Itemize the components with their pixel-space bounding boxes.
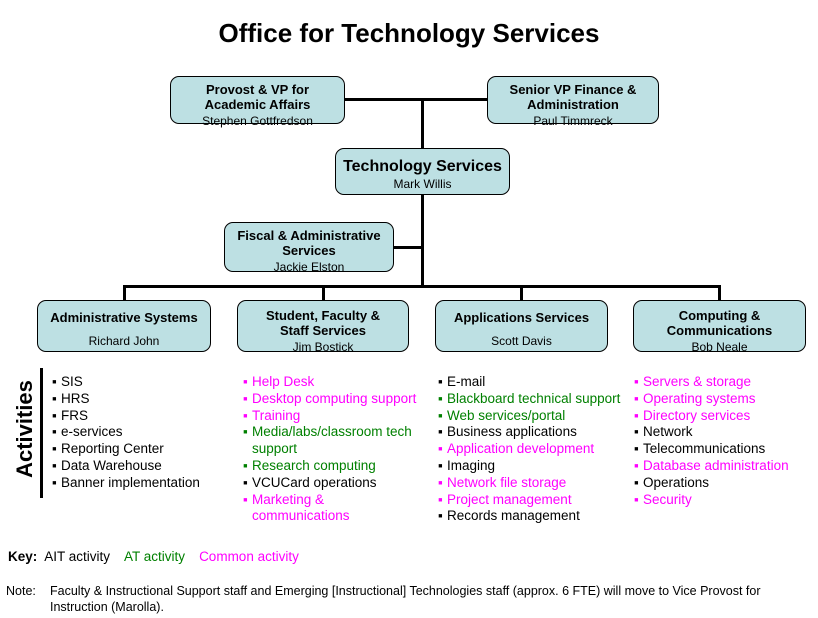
footnote-label: Note: bbox=[6, 584, 36, 598]
activity-column-student-faculty-staff-services: Help DeskDesktop computing supportTraini… bbox=[243, 374, 423, 525]
connector-division-distribution-bar bbox=[123, 285, 721, 288]
org-box-technology-services[interactable]: Technology Services Mark Willis bbox=[335, 148, 510, 195]
connector-top-horizontal bbox=[342, 98, 490, 101]
org-box-title: Senior VP Finance & Administration bbox=[509, 82, 637, 113]
activity-item: Application development bbox=[438, 441, 623, 458]
connector-drop-student-faculty-staff-services bbox=[322, 285, 325, 300]
activity-item: Web services/portal bbox=[438, 408, 623, 425]
org-box-title: Technology Services bbox=[343, 158, 502, 175]
org-box-person: Jim Bostick bbox=[292, 339, 354, 354]
activity-item: Security bbox=[634, 492, 814, 509]
key-label: Key: bbox=[8, 549, 38, 564]
org-box-person: Bob Neale bbox=[691, 339, 748, 354]
activity-item: Database administration bbox=[634, 458, 814, 475]
activity-item: Records management bbox=[438, 508, 623, 525]
activity-item: Data Warehouse bbox=[52, 458, 232, 475]
connector-drop-computing-communications bbox=[718, 285, 721, 300]
org-box-title: Fiscal & Administrative Services bbox=[237, 228, 381, 259]
activity-item: Blackboard technical support bbox=[438, 391, 623, 408]
org-box-person: Stephen Gottfredson bbox=[202, 113, 313, 128]
org-box-person: Scott Davis bbox=[491, 333, 552, 348]
org-box-student-faculty-staff-services[interactable]: Student, Faculty & Staff Services Jim Bo… bbox=[237, 300, 409, 354]
activity-item: Training bbox=[243, 408, 423, 425]
org-box-person: Richard John bbox=[88, 333, 160, 348]
activity-item: Marketing & communications bbox=[243, 492, 423, 526]
org-box-computing-communications[interactable]: Computing & Communications Bob Neale bbox=[633, 300, 806, 354]
activity-item: FRS bbox=[52, 408, 232, 425]
org-chart-page: Office for Technology Services Provost &… bbox=[0, 0, 818, 618]
org-box-person: Mark Willis bbox=[393, 176, 452, 191]
activity-item: Research computing bbox=[243, 458, 423, 475]
activity-item: Telecommunications bbox=[634, 441, 814, 458]
activity-item: Banner implementation bbox=[52, 475, 232, 492]
connector-drop-applications-services bbox=[520, 285, 523, 300]
key-entry-at-activity: AT activity bbox=[124, 549, 186, 564]
key-entry-ait-activity: AIT activity bbox=[44, 549, 111, 564]
activity-item: VCUCard operations bbox=[243, 475, 423, 492]
footnote: Note: Faculty & Instructional Support st… bbox=[6, 583, 812, 615]
activity-item: Media/labs/classroom tech support bbox=[243, 424, 423, 458]
org-box-senior-vp-finance-administration[interactable]: Senior VP Finance & Administration Paul … bbox=[487, 76, 659, 128]
activity-item: Operations bbox=[634, 475, 814, 492]
org-box-applications-services[interactable]: Applications Services Scott Davis bbox=[435, 300, 608, 352]
footnote-text: Faculty & Instructional Support staff an… bbox=[50, 584, 761, 614]
connector-drop-administrative-systems bbox=[123, 285, 126, 300]
activity-item: Project management bbox=[438, 492, 623, 509]
org-box-provost-vp-academic-affairs[interactable]: Provost & VP for Academic Affairs Stephe… bbox=[170, 76, 345, 128]
activity-column-administrative-systems: SISHRSFRSe-servicesReporting CenterData … bbox=[52, 374, 232, 492]
activity-column-computing-communications: Servers & storageOperating systemsDirect… bbox=[634, 374, 814, 508]
activities-section-label-group: Activities bbox=[8, 368, 43, 498]
activity-item: e-services bbox=[52, 424, 232, 441]
org-box-fiscal-administrative-services[interactable]: Fiscal & Administrative Services Jackie … bbox=[224, 222, 394, 274]
activity-column-applications-services: E-mailBlackboard technical supportWeb se… bbox=[438, 374, 623, 525]
connector-trunk-to-distribution-bar bbox=[421, 195, 424, 287]
org-box-person: Jackie Elston bbox=[273, 259, 345, 274]
connector-to-fiscal-administrative-services bbox=[393, 246, 423, 249]
activity-item: Directory services bbox=[634, 408, 814, 425]
org-box-title: Applications Services bbox=[453, 310, 590, 325]
activities-section-label: Activities bbox=[12, 380, 37, 478]
org-box-title: Computing & Communications bbox=[666, 308, 773, 339]
activity-item: Network file storage bbox=[438, 475, 623, 492]
activity-item: Operating systems bbox=[634, 391, 814, 408]
org-box-title: Administrative Systems bbox=[50, 310, 198, 325]
connector-trunk-to-technology-services bbox=[421, 98, 424, 148]
activity-item: Servers & storage bbox=[634, 374, 814, 391]
activities-divider bbox=[40, 368, 43, 498]
org-box-administrative-systems[interactable]: Administrative Systems Richard John bbox=[37, 300, 211, 352]
activity-item: Imaging bbox=[438, 458, 623, 475]
org-box-person: Paul Timmreck bbox=[533, 113, 613, 128]
activity-item: Business applications bbox=[438, 424, 623, 441]
activity-item: Network bbox=[634, 424, 814, 441]
activity-item: HRS bbox=[52, 391, 232, 408]
activity-item: SIS bbox=[52, 374, 232, 391]
activity-item: E-mail bbox=[438, 374, 623, 391]
activity-item: Desktop computing support bbox=[243, 391, 423, 408]
org-box-title: Provost & VP for Academic Affairs bbox=[204, 82, 311, 113]
key-entry-common-activity: Common activity bbox=[199, 549, 299, 564]
org-box-title: Student, Faculty & Staff Services bbox=[265, 308, 381, 339]
key-legend: Key: AIT activity AT activity Common activi… bbox=[8, 549, 313, 564]
activity-item: Reporting Center bbox=[52, 441, 232, 458]
page-title: Office for Technology Services bbox=[218, 18, 600, 48]
activity-item: Help Desk bbox=[243, 374, 423, 391]
